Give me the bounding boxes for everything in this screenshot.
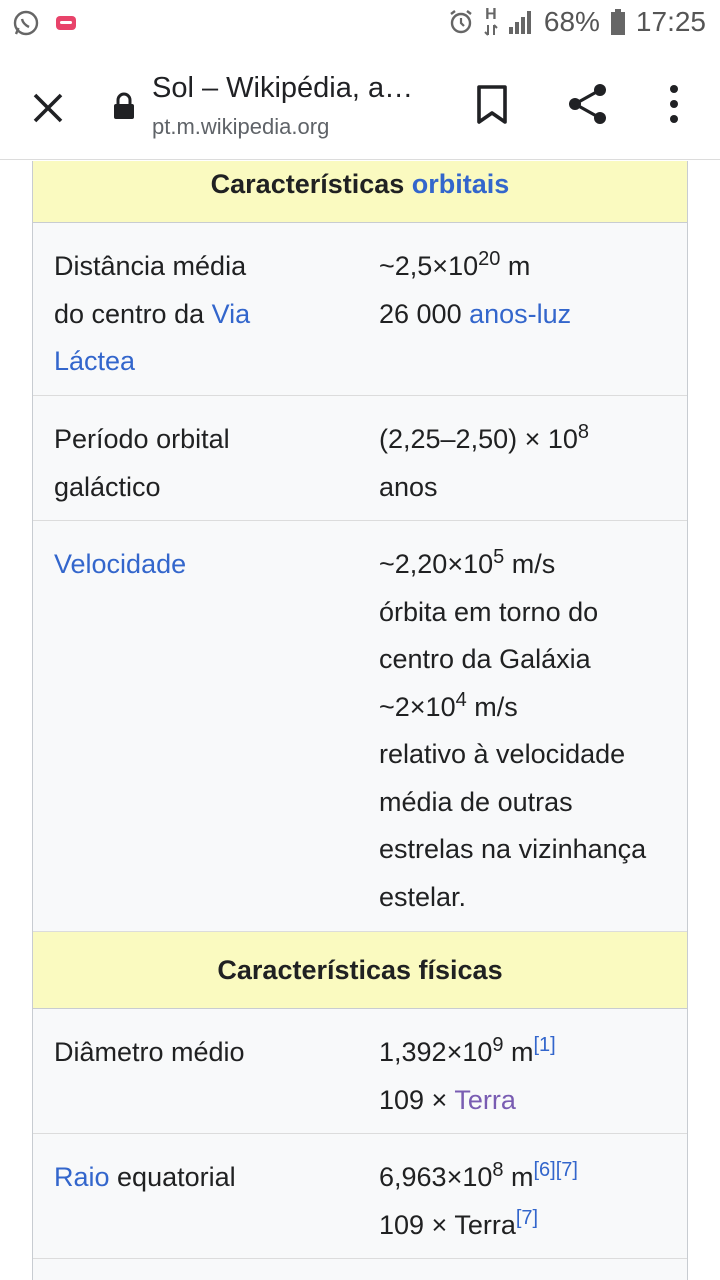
page-url[interactable]: pt.m.wikipedia.org [152, 114, 329, 140]
row-label: Raio equatorial [33, 1134, 358, 1258]
value-line: 6,963×108 m[6][7] [379, 1154, 677, 1202]
value-line: anos [379, 471, 438, 502]
label-line: Período orbital [54, 424, 230, 454]
terra-link[interactable]: Terra [454, 1085, 516, 1115]
label-line: Distância média [54, 251, 247, 281]
value-text: 109 × Terra [379, 1209, 516, 1240]
value-text: ~2,20×10 [379, 549, 494, 579]
label-line: do centro da Via [54, 291, 348, 339]
alarm-icon [448, 8, 474, 36]
orbital-header-link[interactable]: orbitais [412, 169, 510, 199]
value-line: 1,392×109 m[1] [379, 1029, 677, 1077]
value-line: ~2,5×1020 m [379, 243, 677, 291]
value-text: 6,963×10 [379, 1162, 493, 1192]
battery-icon [610, 8, 626, 36]
exponent: 8 [577, 421, 590, 443]
label-text: equatorial [109, 1162, 236, 1192]
value-text: (2,25–2,50) × 10 [379, 424, 578, 454]
unit: m [503, 1162, 534, 1192]
row-value: ~2,5×1020 m 26 000 anos-luz [358, 223, 687, 395]
value-line: 26 000 anos-luz [379, 291, 677, 339]
value-text: ~2×10 [379, 691, 456, 722]
row-value: 6,963×108 m[6][7] 109 × Terra[7] [358, 1134, 687, 1258]
value-line: ~2,20×105 m/s [379, 541, 677, 589]
page-title[interactable]: Sol – Wikipédia, a… [152, 72, 413, 105]
table-row-partial [33, 1259, 687, 1280]
label-text: do centro da [54, 298, 212, 329]
network-type-label: H [485, 6, 497, 23]
row-value: ~2,20×105 m/s órbita em torno do centro … [358, 521, 687, 931]
bookmark-icon[interactable] [474, 84, 510, 126]
status-bar: H 68% 17:25 [0, 0, 720, 50]
value-line: 109 × Terra[7] [379, 1202, 677, 1250]
table-row-velocity: Velocidade ~2,20×105 m/s órbita em torno… [33, 521, 687, 932]
exponent: 8 [492, 1159, 504, 1181]
value-line: 109 × Terra [379, 1077, 677, 1125]
table-row-distance: Distância média do centro da Via Láctea … [33, 223, 687, 396]
unit: m/s [466, 691, 518, 722]
unit: m/s [504, 549, 556, 579]
row-value: 1,392×109 m[1] 109 × Terra [358, 1009, 687, 1133]
value-text: ~2,5×10 [379, 251, 479, 281]
notification-app-icon [54, 11, 78, 35]
label-line: galáctico [54, 471, 161, 502]
velocidade-link[interactable]: Velocidade [54, 541, 348, 589]
reference-link[interactable]: [7] [556, 1159, 578, 1181]
page-content: Características orbitais Distância média… [0, 161, 720, 1280]
label-line: Raio equatorial [54, 1154, 348, 1202]
reference-link[interactable]: [1] [534, 1034, 556, 1056]
row-label: Diâmetro médio [33, 1009, 358, 1133]
anos-luz-link[interactable]: anos-luz [469, 299, 571, 329]
via-lactea-link[interactable]: Via [212, 299, 251, 329]
section-header-physical: Características físicas [33, 932, 687, 1009]
table-row-radius: Raio equatorial 6,963×108 m[6][7] 109 × … [33, 1134, 687, 1259]
value-line: centro da Galáxia [379, 644, 591, 674]
row-label: Velocidade [33, 521, 358, 931]
signal-icon [508, 9, 534, 35]
value-line: estelar. [379, 881, 467, 912]
value-line: ~2×104 m/s [379, 684, 677, 732]
row-label: Período orbital galáctico [33, 396, 358, 520]
exponent: 4 [455, 688, 467, 711]
clock: 17:25 [635, 6, 706, 37]
raio-link[interactable]: Raio [54, 1162, 110, 1192]
value-text: 1,392×10 [379, 1037, 493, 1067]
unit: m [500, 251, 531, 281]
table-row-diameter: Diâmetro médio 1,392×109 m[1] 109 × Terr… [33, 1009, 687, 1134]
lactea-link[interactable]: Láctea [54, 338, 348, 386]
lock-icon [112, 92, 136, 120]
row-value: (2,25–2,50) × 108 anos [358, 396, 687, 520]
exponent: 9 [492, 1034, 504, 1056]
battery-percent: 68% [543, 6, 600, 37]
reference-link[interactable]: [6] [534, 1159, 556, 1181]
row-label: Distância média do centro da Via Láctea [33, 223, 358, 395]
exponent: 5 [493, 546, 505, 568]
value-text: 109 × [379, 1084, 455, 1115]
physical-header-text: Características físicas [217, 955, 503, 985]
infobox: Características orbitais Distância média… [32, 161, 688, 1280]
unit: m [503, 1037, 534, 1067]
exponent: 20 [478, 248, 501, 270]
value-line: órbita em torno do [379, 596, 599, 627]
value-line: (2,25–2,50) × 108 [379, 416, 677, 464]
reference-link[interactable]: [7] [516, 1207, 538, 1229]
section-header-orbital: Características orbitais [33, 161, 687, 223]
orbital-header-text: Características [210, 169, 412, 199]
value-text: 26 000 [379, 298, 470, 329]
network-type-icon: H [484, 7, 498, 37]
more-options-icon[interactable] [660, 84, 688, 124]
close-icon[interactable] [26, 86, 70, 130]
table-row-period: Período orbital galáctico (2,25–2,50) × … [33, 396, 687, 521]
whatsapp-icon [12, 9, 40, 37]
browser-toolbar: Sol – Wikipédia, a… pt.m.wikipedia.org [0, 50, 720, 160]
share-icon[interactable] [566, 82, 610, 126]
value-line: média de outras [379, 786, 573, 817]
label-line: Diâmetro médio [54, 1037, 245, 1067]
value-line: relativo à velocidade [379, 739, 626, 769]
value-line: estrelas na vizinhança [379, 834, 647, 864]
